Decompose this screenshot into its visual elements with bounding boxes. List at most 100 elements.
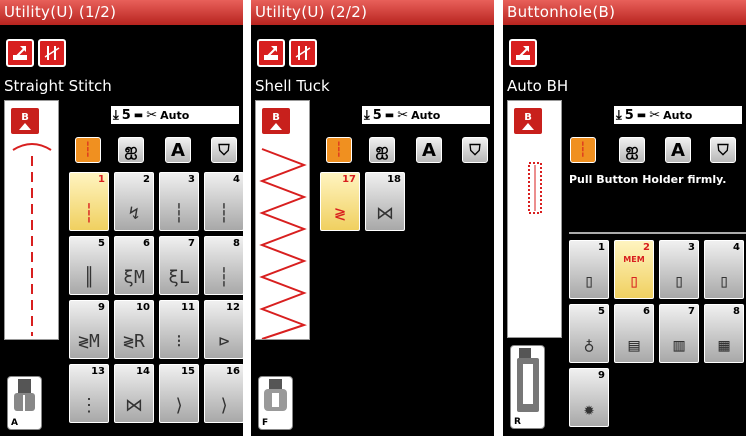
stitch-button-12[interactable]: 12 ⊳ xyxy=(204,300,243,359)
shirt-icon: ⛉ xyxy=(218,141,230,159)
buttonhole-button-1[interactable]: 1 ▯ xyxy=(569,240,609,299)
buttonhole-button-5[interactable]: 5 ♁ xyxy=(569,304,609,363)
stitch-button-18[interactable]: 18 ⋈ xyxy=(365,172,405,231)
buttonhole-button-2[interactable]: 2 MEM ▯ xyxy=(614,240,654,299)
buttonhole-button-8[interactable]: 8 ▦ xyxy=(704,304,744,363)
stitch-preview xyxy=(12,143,52,336)
feed-dog-icon: ▬ xyxy=(133,109,144,121)
memory-badge: MEM xyxy=(623,255,645,264)
utility-stitch-icon: ┆ xyxy=(578,142,588,158)
quilt-category-button[interactable]: ⛉ xyxy=(211,137,237,163)
quilt-category-button[interactable]: ⛉ xyxy=(710,137,736,163)
stitch-grid: 1 ┆ 2 ↯ 3 ┆ 4 ┆ 5 ║ 6 ξM 7 ξL 8 ┆ 9 ≷M 10 ≷R 11 ⁝ 1… xyxy=(69,172,243,423)
letter-a-icon: A xyxy=(171,139,185,161)
stitch-name: Auto BH xyxy=(507,77,569,95)
stitch-button-8[interactable]: 8 ┆ xyxy=(204,236,243,295)
screen-title: Buttonhole(B) xyxy=(503,0,746,25)
edit-icon xyxy=(264,46,278,60)
utility-stitch-icon: ┆ xyxy=(83,142,93,158)
utility-screen-2: Utility(U) (2/2) Shell Tuck B ⤓ 5 ▬ ✂ Auto… xyxy=(251,0,494,436)
stitch-button-17[interactable]: 17 ≷ xyxy=(320,172,360,231)
utility-screen-1: Utility(U) (1/2) Straight Stitch B ⤓ 5 ▬ … xyxy=(0,0,243,436)
twin-needle-icon xyxy=(295,46,311,60)
thread-cutter-icon: ✂ xyxy=(649,107,661,123)
arrow-up-icon xyxy=(270,123,282,130)
stitch-preview-panel: B xyxy=(4,100,59,340)
letter-category-button[interactable]: A xyxy=(416,137,442,163)
buttonhole-screen: Buttonhole(B) Auto BH B ⤓ 5 ▬ ✂ Auto ┆ ஐ A… xyxy=(503,0,746,436)
buttonhole-button-6[interactable]: 6 ▤ xyxy=(614,304,654,363)
stitch-name: Shell Tuck xyxy=(255,77,330,95)
needle-select-button[interactable] xyxy=(289,39,317,67)
thread-cutter-icon: ✂ xyxy=(146,107,158,123)
feed-dog-icon: ▬ xyxy=(636,109,647,121)
presser-foot-indicator: A xyxy=(7,376,42,430)
letter-a-icon: A xyxy=(671,139,685,161)
needle-select-button[interactable] xyxy=(38,39,66,67)
edit-icon xyxy=(516,46,530,60)
auto-label: Auto xyxy=(663,108,693,122)
shirt-icon: ⛉ xyxy=(717,141,729,159)
stitch-button-10[interactable]: 10 ≷R xyxy=(114,300,154,359)
decorative-category-button[interactable]: ஐ xyxy=(619,137,645,163)
stitch-button-1[interactable]: 1 ┆ xyxy=(69,172,109,231)
settings-row: ⤓ 5 ▬ ✂ Auto xyxy=(614,106,742,124)
reverse-stitch-button[interactable]: B xyxy=(514,108,542,134)
presser-foot-letter: R xyxy=(514,417,521,427)
letter-category-button[interactable]: A xyxy=(165,137,191,163)
utility-category-button[interactable]: ┆ xyxy=(326,137,352,163)
letter-a-icon: A xyxy=(422,139,436,161)
stitch-button-15[interactable]: 15 ⟩ xyxy=(159,364,199,423)
decorative-category-button[interactable]: ஐ xyxy=(369,137,395,163)
stitch-button-13[interactable]: 13 ⋮ xyxy=(69,364,109,423)
instruction-message: Pull Button Holder firmly. xyxy=(569,173,727,186)
reverse-stitch-button[interactable]: B xyxy=(262,108,290,134)
auto-label: Auto xyxy=(411,108,441,122)
tension-value: 5 xyxy=(121,107,131,123)
arrow-up-icon xyxy=(522,123,534,130)
stitch-name: Straight Stitch xyxy=(4,77,112,95)
arrow-up-icon xyxy=(19,123,31,130)
stitch-preview-panel: B xyxy=(507,100,562,338)
shirt-icon: ⛉ xyxy=(469,141,481,159)
stitch-button-2[interactable]: 2 ↯ xyxy=(114,172,154,231)
buttonhole-button-9[interactable]: 9 ✹ xyxy=(569,368,609,427)
stitch-button-9[interactable]: 9 ≷M xyxy=(69,300,109,359)
decorative-stitch-icon: ஐ xyxy=(124,139,138,159)
auto-label: Auto xyxy=(160,108,190,122)
letter-category-button[interactable]: A xyxy=(665,137,691,163)
decorative-category-button[interactable]: ஐ xyxy=(118,137,144,163)
reverse-stitch-button[interactable]: B xyxy=(11,108,39,134)
buttonhole-button-3[interactable]: 3 ▯ xyxy=(659,240,699,299)
presser-foot-pressure-icon: ⤓ xyxy=(113,107,119,123)
tension-value: 5 xyxy=(624,107,634,123)
stitch-button-6[interactable]: 6 ξM xyxy=(114,236,154,295)
tension-value: 5 xyxy=(372,107,382,123)
decorative-stitch-icon: ஐ xyxy=(625,139,639,159)
buttonhole-button-7[interactable]: 7 ▥ xyxy=(659,304,699,363)
presser-foot-indicator: F xyxy=(258,376,293,430)
presser-foot-icon xyxy=(264,379,287,411)
edit-mode-button[interactable] xyxy=(509,39,537,67)
quilt-category-button[interactable]: ⛉ xyxy=(462,137,488,163)
feed-dog-icon: ▬ xyxy=(384,109,395,121)
utility-category-button[interactable]: ┆ xyxy=(570,137,596,163)
stitch-button-3[interactable]: 3 ┆ xyxy=(159,172,199,231)
stitch-button-11[interactable]: 11 ⁝ xyxy=(159,300,199,359)
utility-category-button[interactable]: ┆ xyxy=(75,137,101,163)
edit-mode-button[interactable] xyxy=(257,39,285,67)
divider xyxy=(569,232,746,234)
presser-foot-icon xyxy=(14,379,35,411)
stitch-button-14[interactable]: 14 ⋈ xyxy=(114,364,154,423)
buttonhole-grid: 1 ▯ 2 MEM ▯ 3 ▯ 4 ▯ 5 ♁ 6 ▤ 7 ▥ 8 ▦ 9 ✹ xyxy=(569,240,744,427)
stitch-button-5[interactable]: 5 ║ xyxy=(69,236,109,295)
stitch-button-4[interactable]: 4 ┆ xyxy=(204,172,243,231)
utility-stitch-icon: ┆ xyxy=(334,142,344,158)
settings-row: ⤓ 5 ▬ ✂ Auto xyxy=(111,106,239,124)
stitch-button-7[interactable]: 7 ξL xyxy=(159,236,199,295)
edit-mode-button[interactable] xyxy=(6,39,34,67)
stitch-button-16[interactable]: 16 ⟩ xyxy=(204,364,243,423)
stitch-grid: 17 ≷ 18 ⋈ xyxy=(320,172,405,231)
buttonhole-button-4[interactable]: 4 ▯ xyxy=(704,240,744,299)
stitch-preview-panel: B xyxy=(255,100,310,340)
